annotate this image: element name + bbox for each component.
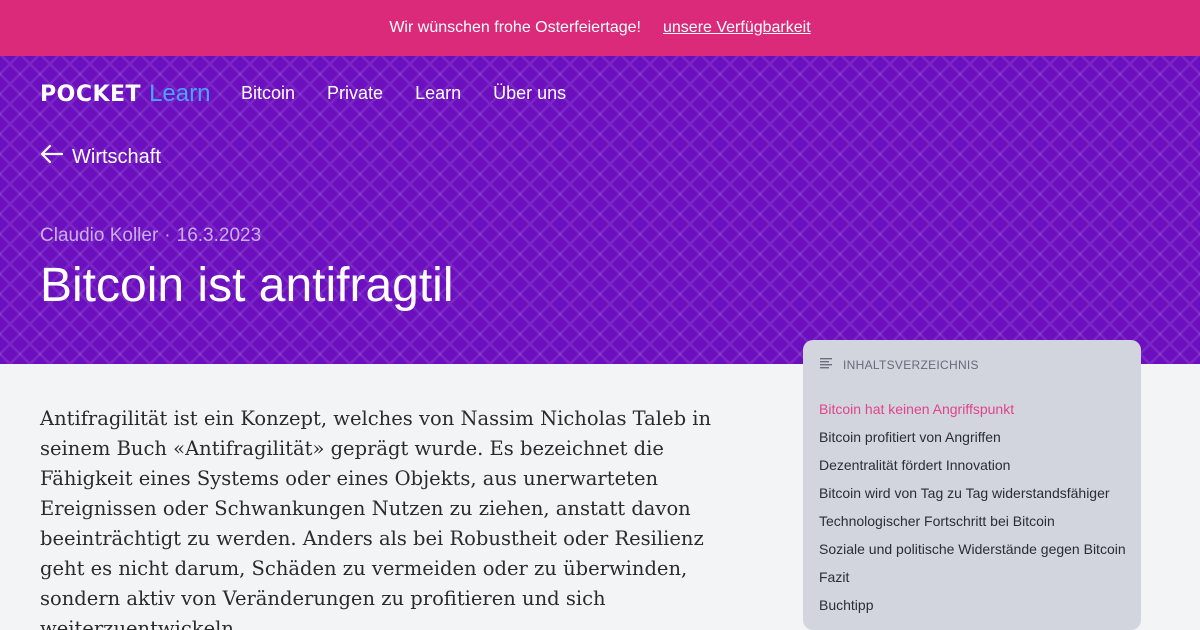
toc-item-profits-from-attacks[interactable]: Bitcoin profitiert von Angriffen	[819, 427, 1125, 455]
article-date: 16.3.2023	[176, 225, 262, 246]
announcement-banner: Wir wünschen frohe Osterfeiertage! unser…	[0, 0, 1200, 56]
logo-pocket-text: POCKET	[40, 82, 142, 107]
logo-learn-text: Learn	[149, 80, 211, 107]
back-link-label: Wirtschaft	[72, 145, 161, 168]
toc-item-no-attack-point[interactable]: Bitcoin hat keinen Angriffspunkt	[819, 399, 1125, 427]
toc-header: INHALTSVERZEICHNIS	[819, 356, 1125, 373]
site-logo[interactable]: POCKET Learn	[40, 80, 210, 108]
banner-message: Wir wünschen frohe Osterfeiertage!	[389, 19, 641, 36]
page-title: Bitcoin ist antifragtil	[40, 259, 454, 312]
list-icon	[819, 356, 833, 373]
table-of-contents: INHALTSVERZEICHNIS Bitcoin hat keinen An…	[803, 340, 1141, 630]
toc-item-conclusion[interactable]: Fazit	[819, 567, 1125, 595]
toc-item-social-political-resistance[interactable]: Soziale und politische Widerstände gegen…	[819, 539, 1126, 567]
main-nav: Bitcoin Private Learn Über uns	[241, 83, 566, 104]
toc-list: Bitcoin hat keinen Angriffspunkt Bitcoin…	[819, 399, 1126, 623]
availability-link[interactable]: unsere Verfügbarkeit	[663, 19, 811, 37]
toc-item-technological-progress[interactable]: Technologischer Fortschritt bei Bitcoin	[819, 511, 1125, 539]
toc-item-more-resilient[interactable]: Bitcoin wird von Tag zu Tag widerstandsf…	[819, 483, 1125, 511]
article-body: Antifragilität ist ein Konzept, welches …	[40, 407, 712, 630]
meta-separator: ·	[164, 225, 171, 246]
nav-item-bitcoin[interactable]: Bitcoin	[241, 83, 295, 104]
toc-item-book-tip[interactable]: Buchtipp	[819, 595, 1125, 623]
nav-item-about[interactable]: Über uns	[493, 83, 566, 104]
toc-heading: INHALTSVERZEICHNIS	[843, 357, 979, 372]
toc-item-decentralization-innovation[interactable]: Dezentralität fördert Innovation	[819, 455, 1125, 483]
nav-item-learn[interactable]: Learn	[415, 83, 461, 104]
arrow-left-icon	[40, 144, 64, 170]
back-link[interactable]: Wirtschaft	[40, 144, 161, 170]
nav-item-private[interactable]: Private	[327, 83, 383, 104]
article-meta: Claudio Koller · 16.3.2023	[40, 225, 261, 247]
article-author: Claudio Koller	[40, 225, 159, 246]
